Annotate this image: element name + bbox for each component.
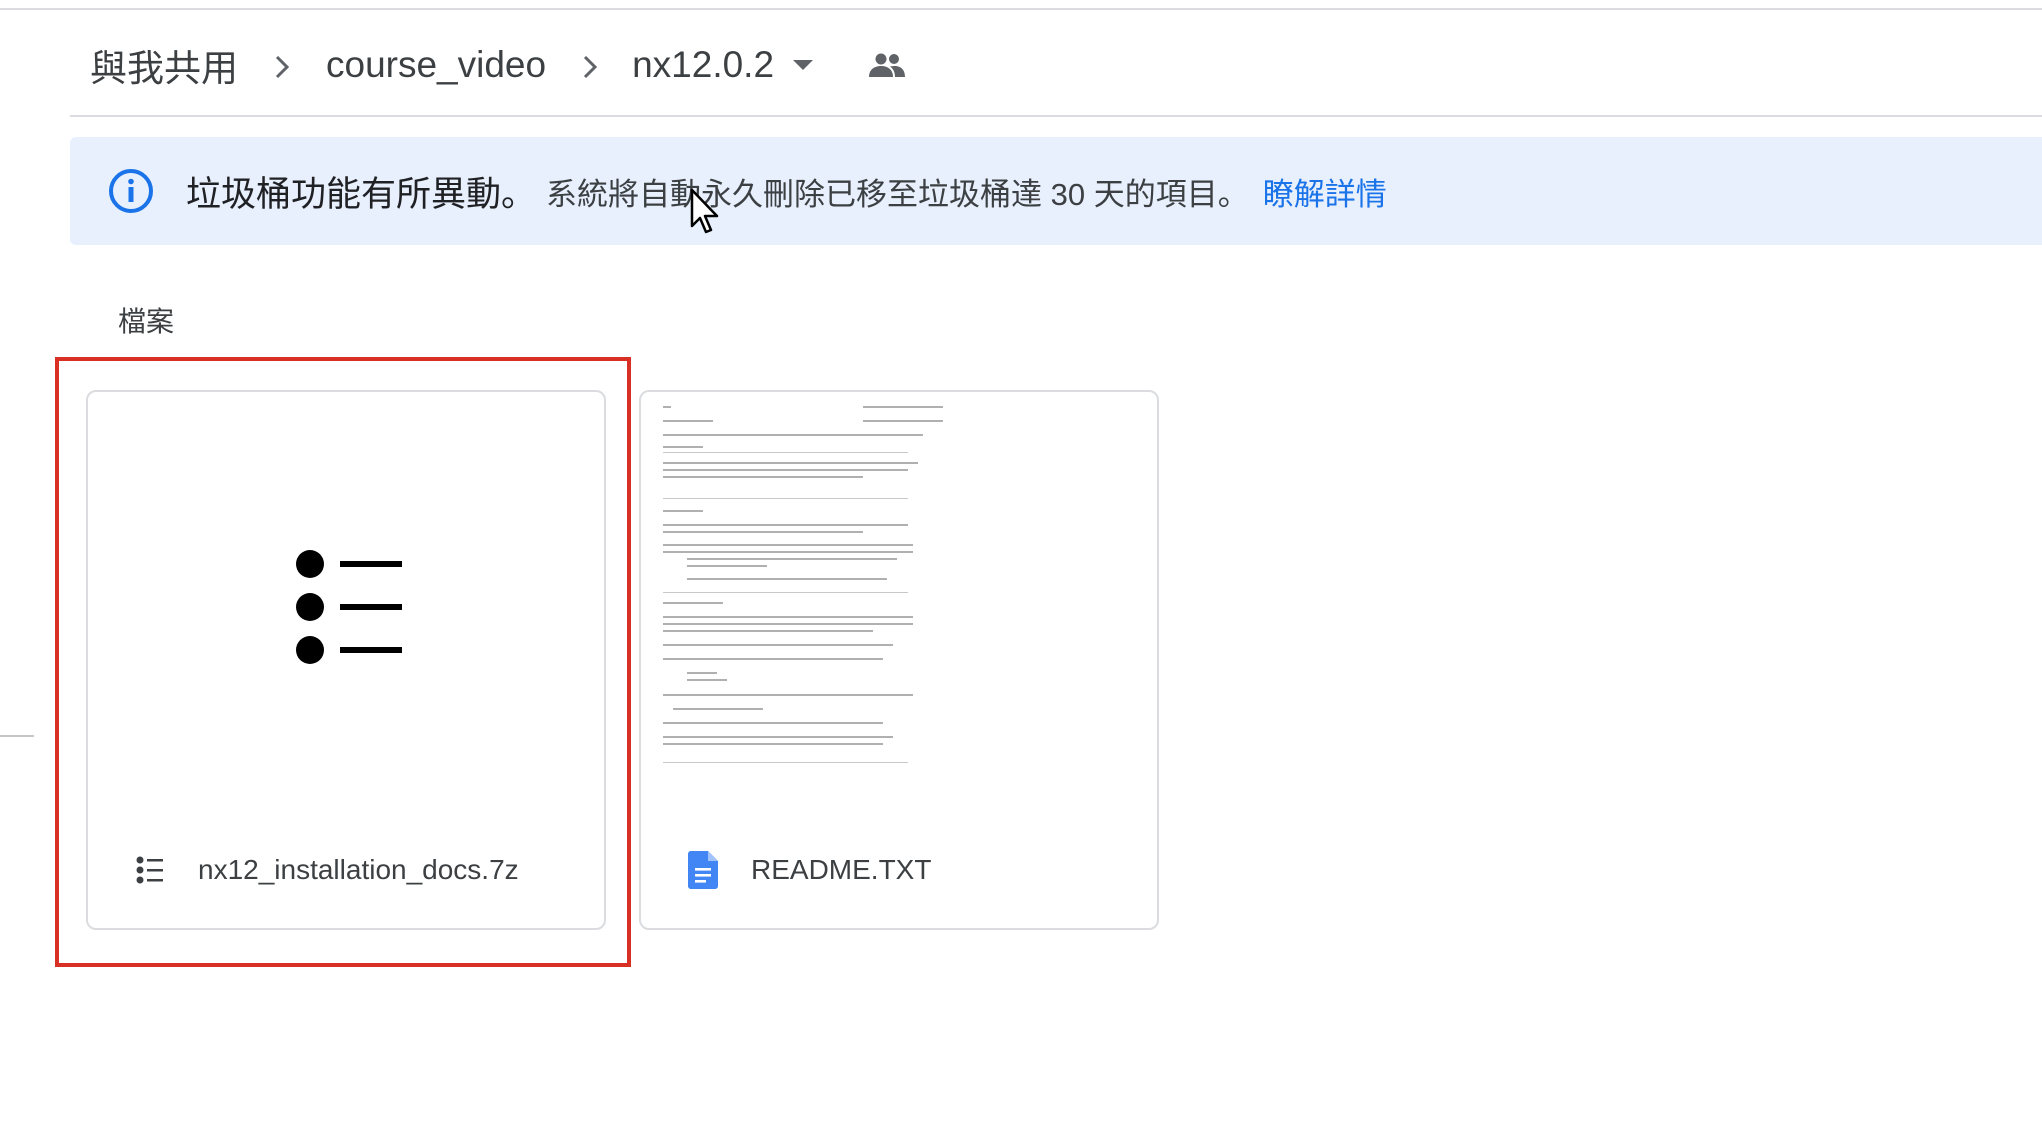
text-document-preview [663, 402, 1133, 802]
people-icon [868, 52, 906, 78]
info-icon [108, 168, 154, 214]
left-edge-marker [0, 735, 34, 737]
caret-down-icon[interactable] [792, 59, 814, 71]
chevron-right-icon [262, 44, 302, 86]
files-section-label: 檔案 [118, 306, 175, 337]
file-card-footer: README.TXT [641, 812, 1157, 928]
file-name: README.TXT [751, 854, 932, 885]
learn-more-link[interactable]: 瞭解詳情 [1263, 169, 1387, 214]
banner-title: 垃圾桶功能有所異動。 [186, 174, 537, 214]
breadcrumb: 與我共用 course_video nx12.0.2 [88, 30, 906, 100]
archive-list-icon [132, 855, 168, 885]
file-card-footer: nx12_installation_docs.7z [88, 812, 604, 928]
breadcrumb-shared-with-me[interactable]: 與我共用 [88, 38, 240, 92]
breadcrumb-course-video[interactable]: course_video [324, 44, 548, 86]
file-card-archive[interactable]: nx12_installation_docs.7z [86, 390, 606, 930]
file-thumbnail [88, 392, 604, 812]
trash-change-banner: 垃圾桶功能有所異動。 系統將自動永久刪除已移至垃圾桶達 30 天的項目。 瞭解詳… [70, 137, 2042, 245]
drive-page: 與我共用 course_video nx12.0.2 垃圾桶功能有所異動。 系統… [0, 0, 2042, 1132]
chevron-right-icon [570, 44, 610, 86]
mouse-cursor-icon [690, 188, 719, 234]
header-divider [70, 115, 2042, 117]
top-divider [0, 8, 2042, 10]
breadcrumb-current-folder[interactable]: nx12.0.2 [632, 44, 814, 86]
google-docs-icon [685, 851, 721, 889]
archive-list-icon [296, 550, 402, 664]
file-thumbnail [641, 392, 1157, 812]
banner-message: 系統將自動永久刪除已移至垃圾桶達 30 天的項目。 [546, 176, 1249, 212]
breadcrumb-current-label: nx12.0.2 [632, 44, 775, 85]
file-name: nx12_installation_docs.7z [198, 854, 519, 885]
file-card-readme[interactable]: README.TXT [639, 390, 1159, 930]
